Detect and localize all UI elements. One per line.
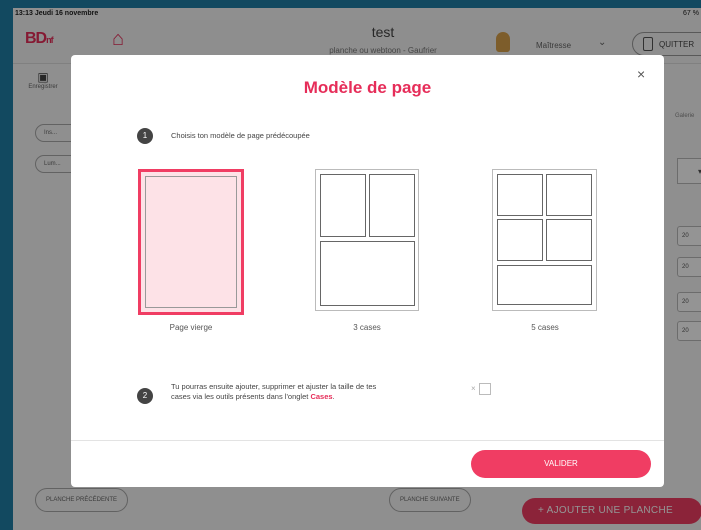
step-2-line-2-prefix: cases via les outils présents dans l'ong… (171, 392, 311, 401)
template-3-label: 3 cases (353, 323, 381, 332)
template-3-panels[interactable] (315, 169, 419, 311)
modal-title: Modèle de page (303, 78, 432, 97)
template-5-label: 5 cases (531, 323, 559, 332)
cases-tab-link[interactable]: Cases (310, 392, 332, 401)
template-panel (497, 219, 543, 261)
step-1-badge: 1 (137, 128, 153, 144)
page-template-modal: Modèle de page × 1 Choisis ton modèle de… (71, 55, 664, 487)
dont-show-again-toggle[interactable]: × (471, 383, 491, 395)
checkbox[interactable] (478, 383, 491, 395)
template-panel (497, 265, 592, 305)
template-panel (546, 219, 592, 261)
step-2-text: Tu pourras ensuite ajouter, supprimer et… (171, 382, 376, 402)
template-panel (320, 174, 366, 237)
modal-footer-divider (71, 440, 664, 441)
step-2-badge: 2 (137, 388, 153, 404)
step-2-line-2: cases via les outils présents dans l'ong… (171, 392, 376, 402)
step-2-suffix: . (332, 392, 335, 401)
step-2-line-1: Tu pourras ensuite ajouter, supprimer et… (171, 382, 377, 391)
template-panel (320, 241, 415, 306)
template-panel (145, 176, 237, 308)
checkbox-prefix: × (471, 384, 476, 394)
template-panel (369, 174, 415, 237)
template-5-panels[interactable] (492, 169, 597, 311)
template-panel (497, 174, 543, 216)
step-1-text: Choisis ton modèle de page prédécoupée (171, 131, 310, 140)
template-panel (546, 174, 592, 216)
template-blank-label: Page vierge (169, 323, 213, 332)
template-blank-page[interactable] (138, 169, 244, 315)
validate-button[interactable]: VALIDER (471, 450, 651, 478)
close-button[interactable]: × (637, 66, 645, 82)
